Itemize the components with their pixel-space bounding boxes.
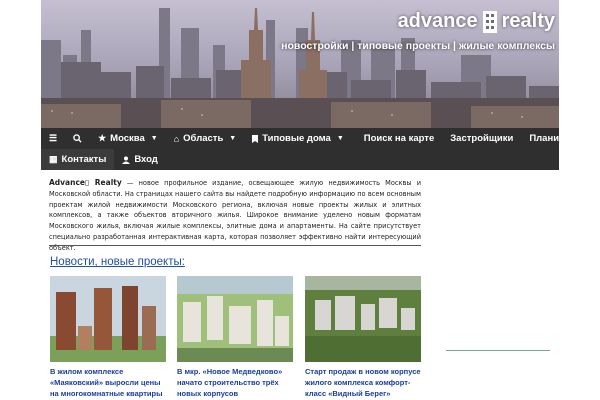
nav-item-label: Планировки: [529, 133, 588, 144]
site-tagline: новостройки | типовые проекты | жилые ко…: [281, 40, 555, 52]
intro-paragraph: Advance▯ Realty — новое профильное издан…: [49, 178, 421, 254]
intro-text: — новое профильное издание, освещающее ж…: [49, 179, 422, 252]
news-thumbnail[interactable]: [177, 276, 293, 362]
nav-item-typical-houses[interactable]: Типовые дома ▼: [244, 128, 352, 149]
bookmark-icon: [252, 134, 259, 143]
nav-item-label: Область: [183, 133, 224, 144]
nav-item-map-search[interactable]: Поиск на карте: [356, 128, 442, 149]
caret-down-icon: ▼: [336, 135, 344, 142]
news-card[interactable]: В жилом комплексе «Маяковский» выросли ц…: [50, 276, 166, 399]
nav-item-label: Вход: [134, 154, 158, 165]
news-card-caption[interactable]: В жилом комплексе «Маяковский» выросли ц…: [50, 366, 166, 399]
nav-item-login[interactable]: Вход: [114, 149, 166, 170]
news-section-title[interactable]: Новости, новые проекты:: [50, 256, 185, 268]
search-icon: [73, 134, 82, 143]
site-logo[interactable]: advance realty: [398, 6, 555, 36]
user-icon: [122, 156, 131, 164]
logo-text-advance: advance: [397, 9, 478, 32]
nav-item-label: Застройщики: [450, 133, 514, 144]
star-icon: ★: [98, 133, 107, 143]
news-thumbnail[interactable]: [305, 276, 421, 362]
intro-brand: Advance▯ Realty: [49, 178, 122, 187]
logo-building-icon: [482, 11, 497, 33]
search-button[interactable]: [65, 128, 90, 149]
header-banner: advance realty новостройки | типовые про…: [41, 0, 559, 128]
news-card-caption[interactable]: Старт продаж в новом корпусе жилого комп…: [305, 366, 421, 399]
news-card[interactable]: В мкр. «Новое Медведково» начато строите…: [177, 276, 293, 399]
nav-item-region[interactable]: ⌂ Область ▼: [166, 128, 245, 149]
nav-row-primary: ☰ ★ Москва ▼ ⌂ Область ▼ Типовые дома ▼ …: [41, 128, 587, 149]
sidebar-divider: [446, 350, 550, 351]
menu-toggle[interactable]: ☰: [41, 128, 65, 149]
nav-item-label: Москва: [110, 133, 145, 144]
nav-item-layouts[interactable]: Планировки: [521, 128, 595, 149]
divider: [49, 245, 421, 246]
contacts-icon: ▦: [49, 154, 58, 164]
news-thumbnail[interactable]: [50, 276, 166, 362]
news-card-caption[interactable]: В мкр. «Новое Медведково» начато строите…: [177, 366, 293, 399]
news-card[interactable]: Старт продаж в новом корпусе жилого комп…: [305, 276, 421, 399]
nav-row-secondary: ▦ Контакты Вход: [41, 149, 166, 170]
logo-text-realty: realty: [501, 9, 555, 32]
nav-item-label: Типовые дома: [262, 133, 331, 144]
nav-item-label: Поиск на карте: [363, 133, 435, 144]
caret-down-icon: ▼: [229, 135, 237, 142]
nav-item-label: Контакты: [61, 154, 107, 165]
main-nav: ☰ ★ Москва ▼ ⌂ Область ▼ Типовые дома ▼ …: [41, 128, 587, 170]
nav-item-developers[interactable]: Застройщики: [442, 128, 521, 149]
home-icon: ⌂: [173, 133, 180, 144]
nav-item-moscow[interactable]: ★ Москва ▼: [90, 128, 166, 149]
menu-icon: ☰: [49, 133, 58, 143]
nav-item-contacts[interactable]: ▦ Контакты: [41, 149, 115, 170]
caret-down-icon: ▼: [150, 135, 158, 142]
